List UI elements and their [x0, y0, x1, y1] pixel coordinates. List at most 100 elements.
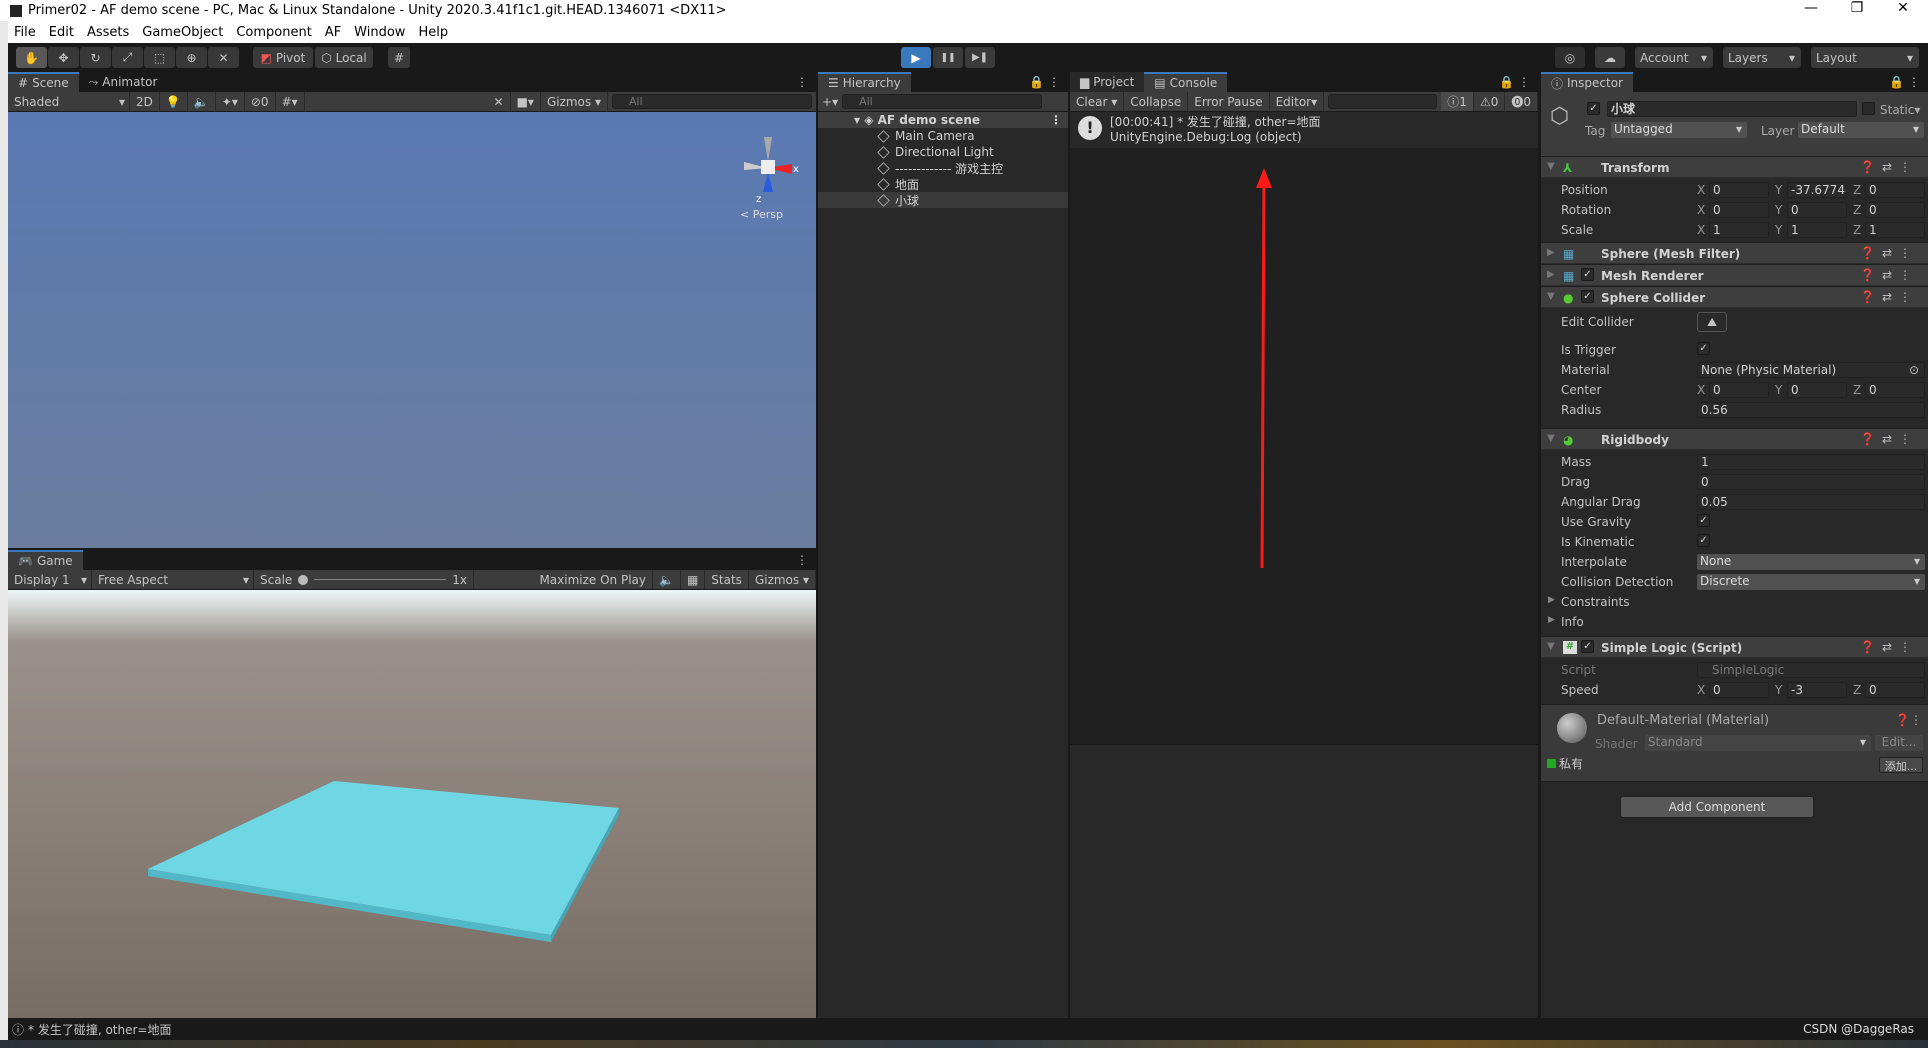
drag-input[interactable]: 0 — [1697, 474, 1925, 490]
menu-assets[interactable]: Assets — [87, 25, 129, 40]
layer-dropdown[interactable]: Default — [1798, 122, 1924, 138]
move-tool-button[interactable]: ✥ — [48, 47, 79, 68]
rotation-z-input[interactable]: 0 — [1865, 202, 1925, 218]
collision-detection-dropdown[interactable]: Discrete — [1697, 574, 1925, 590]
account-dropdown[interactable]: Account ▾ — [1635, 47, 1713, 68]
display-dropdown[interactable]: Display 1 ▾ — [8, 570, 92, 589]
component-actions-icon[interactable]: ❓⇄⋮ — [1860, 290, 1918, 304]
aspect-dropdown[interactable]: Free Aspect ▾ — [92, 570, 254, 589]
add-property-button[interactable]: 添加... — [1879, 757, 1923, 773]
constraints-foldout[interactable]: ▶ Constraints — [1541, 592, 1928, 612]
grid-snap-button[interactable]: # — [388, 47, 410, 68]
static-checkbox[interactable] — [1862, 102, 1875, 115]
step-button[interactable]: ▶❚ — [965, 47, 995, 68]
scene-search-input[interactable]: All — [612, 94, 812, 109]
use-gravity-checkbox[interactable]: ✓ — [1697, 514, 1710, 527]
component-actions-icon[interactable]: ❓⇄⋮ — [1860, 160, 1918, 174]
hand-tool-button[interactable]: ✋ — [16, 47, 47, 68]
camera-icon[interactable]: ■▾ — [511, 92, 541, 111]
grid-icon[interactable]: #▾ — [276, 92, 305, 111]
simple-logic-header[interactable]: ▼ # ✓ Simple Logic (Script) ❓⇄⋮ — [1541, 636, 1928, 658]
close-button[interactable]: ✕ — [1880, 0, 1926, 21]
transform-tool-button[interactable]: ⊕ — [176, 47, 207, 68]
interpolate-dropdown[interactable]: None — [1697, 554, 1925, 570]
hierarchy-search-input[interactable]: All — [842, 94, 1043, 109]
cloud-icon[interactable]: ☁ — [1595, 47, 1625, 68]
is-kinematic-checkbox[interactable]: ✓ — [1697, 534, 1710, 547]
game-viewport[interactable] — [8, 590, 816, 1018]
scene-root-item[interactable]: ▾ ◈ AF demo scene ⋮ — [818, 112, 1068, 128]
rotation-x-input[interactable]: 0 — [1709, 202, 1769, 218]
hidden-objects-toggle[interactable]: ⊘ 0 — [245, 92, 276, 111]
hierarchy-item[interactable]: 地面 — [818, 176, 1068, 192]
hierarchy-lock-icon[interactable]: 🔒 ⋮ — [1021, 75, 1068, 92]
component-actions-icon[interactable]: ❓⇄⋮ — [1860, 432, 1918, 446]
edit-collider-button[interactable]: ⛰ — [1697, 312, 1727, 332]
maximize-button[interactable]: ❐ — [1834, 0, 1880, 21]
minimize-button[interactable]: — — [1788, 0, 1834, 21]
game-menu-icon[interactable]: ⋮ — [788, 553, 816, 570]
mesh-filter-header[interactable]: ▶ ▦ Sphere (Mesh Filter) ❓⇄⋮ — [1541, 242, 1928, 264]
center-z-input[interactable]: 0 — [1865, 382, 1925, 398]
mesh-renderer-enabled-checkbox[interactable]: ✓ — [1581, 268, 1594, 281]
scale-x-input[interactable]: 1 — [1709, 222, 1769, 238]
gizmos-dropdown[interactable]: Gizmos ▾ — [541, 92, 608, 111]
material-actions-icon[interactable]: ❓⋮ — [1895, 713, 1922, 727]
center-x-input[interactable]: 0 — [1709, 382, 1769, 398]
maximize-on-play-toggle[interactable]: Maximize On Play — [533, 570, 653, 589]
info-foldout[interactable]: ▶ Info — [1541, 612, 1928, 632]
scale-tool-button[interactable]: ⤢ — [112, 47, 143, 68]
hierarchy-item-selected[interactable]: 小球 — [818, 192, 1068, 208]
pause-button[interactable]: ❚❚ — [933, 47, 963, 68]
scale-y-input[interactable]: 1 — [1787, 222, 1847, 238]
object-name-input[interactable]: 小球 — [1607, 101, 1857, 117]
mute-audio-icon[interactable]: 🔈 — [653, 570, 681, 589]
script-enabled-checkbox[interactable]: ✓ — [1581, 640, 1594, 653]
scale-slider[interactable]: Scale 1x — [254, 570, 474, 589]
status-message[interactable]: * 发生了碰撞, other=地面 — [28, 1021, 171, 1038]
add-component-button[interactable]: Add Component — [1620, 796, 1814, 818]
speed-y-input[interactable]: -3 — [1787, 682, 1847, 698]
mesh-renderer-header[interactable]: ▶ ▦ ✓ Mesh Renderer ❓⇄⋮ — [1541, 264, 1928, 286]
rotate-tool-button[interactable]: ↻ — [80, 47, 111, 68]
menu-help[interactable]: Help — [418, 25, 448, 40]
collab-icon[interactable]: ◎ — [1555, 47, 1585, 68]
menu-component[interactable]: Component — [236, 25, 311, 40]
shader-dropdown[interactable]: Standard — [1645, 735, 1871, 751]
transform-header[interactable]: ▼ ⅄ Transform ❓⇄⋮ — [1541, 156, 1928, 178]
scene-viewport[interactable]: x z < Persp — [8, 112, 816, 548]
scale-z-input[interactable]: 1 — [1865, 222, 1925, 238]
speed-z-input[interactable]: 0 — [1865, 682, 1925, 698]
center-y-input[interactable]: 0 — [1787, 382, 1847, 398]
shading-dropdown[interactable]: Shaded ▾ — [8, 92, 130, 111]
angular-drag-input[interactable]: 0.05 — [1697, 494, 1925, 510]
material-field[interactable]: None (Physic Material) — [1697, 362, 1925, 378]
object-picker-icon[interactable]: ⊙ — [1909, 363, 1919, 377]
position-y-input[interactable]: -37.67748 — [1787, 182, 1847, 198]
tab-scene[interactable]: # Scene — [8, 72, 79, 92]
component-actions-icon[interactable]: ❓⇄⋮ — [1860, 268, 1918, 282]
sphere-collider-header[interactable]: ▼ ● ✓ Sphere Collider ❓⇄⋮ — [1541, 286, 1928, 308]
tools-icon[interactable]: ✕ — [488, 92, 511, 111]
custom-tool-button[interactable]: ✕ — [208, 47, 239, 68]
inspector-lock-icon[interactable]: 🔒 ⋮ — [1881, 75, 1928, 92]
sphere-collider-enabled-checkbox[interactable]: ✓ — [1581, 290, 1594, 303]
rotation-y-input[interactable]: 0 — [1787, 202, 1847, 218]
tag-dropdown[interactable]: Untagged — [1611, 122, 1747, 138]
scene-menu-icon[interactable]: ⋮ — [788, 75, 816, 92]
local-toggle[interactable]: ⬡ Local — [315, 47, 373, 68]
tab-game[interactable]: 🎮 Game — [8, 550, 83, 570]
play-button[interactable]: ▶ — [901, 47, 931, 68]
lighting-icon[interactable]: 💡 — [160, 92, 188, 111]
shader-edit-button[interactable]: Edit... — [1875, 735, 1923, 751]
grid-view-icon[interactable]: ▦ — [681, 570, 706, 589]
menu-edit[interactable]: Edit — [49, 25, 74, 40]
hierarchy-item[interactable]: ------------- 游戏主控 — [818, 160, 1068, 176]
radius-input[interactable]: 0.56 — [1697, 402, 1925, 418]
menu-window[interactable]: Window — [354, 25, 405, 40]
is-trigger-checkbox[interactable]: ✓ — [1697, 342, 1710, 355]
layout-dropdown[interactable]: Layout ▾ — [1811, 47, 1919, 68]
mass-input[interactable]: 1 — [1697, 454, 1925, 470]
component-actions-icon[interactable]: ❓⇄⋮ — [1860, 246, 1918, 260]
add-object-button[interactable]: +▾ — [822, 95, 838, 109]
